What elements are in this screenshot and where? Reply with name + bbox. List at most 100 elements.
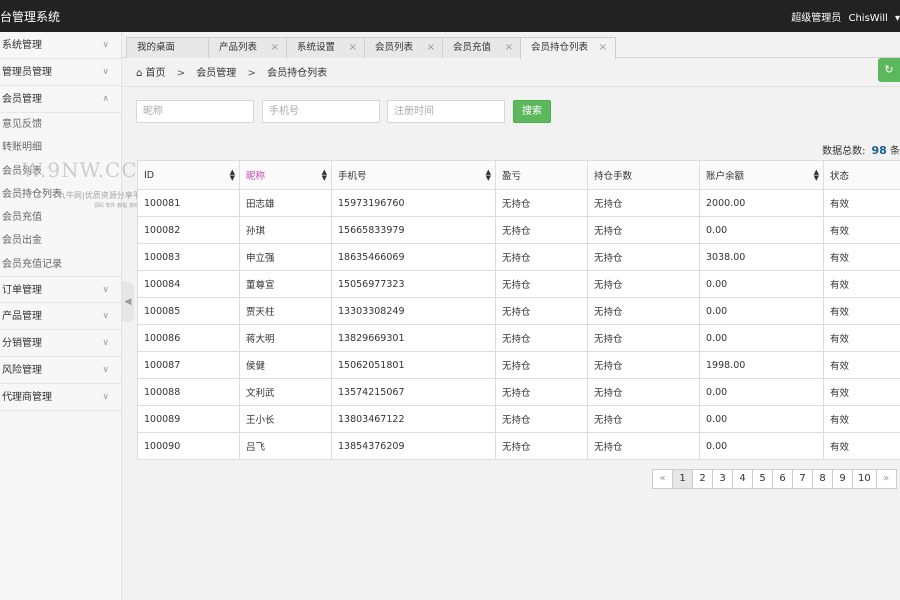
cell-phone: 15973196760 <box>331 189 496 217</box>
close-icon[interactable]: × <box>427 38 435 57</box>
user-menu[interactable]: 超级管理员 ChisWill ▾ <box>787 9 900 24</box>
sidebar-subitem-member-positions[interactable]: 会员持仓列表 <box>0 183 121 206</box>
sidebar-item-system[interactable]: 系统管理 ∨ <box>0 32 121 59</box>
app-title: 台管理系统 <box>0 10 61 24</box>
table-header-row: ID▲▼ 昵称▲▼ 手机号▲▼ 盈亏 持仓手数 账户余额▲▼ 状态▲▼ <box>137 160 900 190</box>
cell-profit-loss: 无持仓 <box>495 189 588 217</box>
table-row: 100083 申立强 18635466069 无持仓 无持仓 3038.00 有效 <box>137 243 900 271</box>
sidebar-item-risk[interactable]: 风险管理 ∨ <box>0 357 121 385</box>
cell-phone: 13303308249 <box>331 297 496 325</box>
total-suffix: 条 <box>890 146 900 157</box>
tab-label: 会员持仓列表 <box>531 42 589 53</box>
cell-status: 有效 <box>823 243 900 271</box>
cell-id: 100086 <box>137 324 240 352</box>
cell-balance: 1998.00 <box>699 351 824 379</box>
chevron-down-icon: ∨ <box>102 40 109 50</box>
pagination-page-10[interactable]: 10 <box>852 469 877 489</box>
cell-nickname: 文利武 <box>239 378 332 406</box>
sidebar-item-label: 产品管理 <box>2 311 42 323</box>
pagination-page-9[interactable]: 9 <box>832 469 853 489</box>
close-icon[interactable]: × <box>505 38 513 57</box>
sidebar-item-admins[interactable]: 管理员管理 ∨ <box>0 59 121 86</box>
cell-balance: 0.00 <box>699 216 824 244</box>
sidebar-subitem-transfer-details[interactable]: 转账明细 <box>0 136 121 159</box>
sidebar-item-orders[interactable]: 订单管理 ∨ <box>0 276 121 304</box>
sidebar-subitem-recharge-records[interactable]: 会员充值记录 <box>0 253 121 276</box>
pagination-page-7[interactable]: 7 <box>792 469 813 489</box>
register-time-input[interactable] <box>387 100 505 123</box>
cell-nickname: 吕飞 <box>239 432 332 460</box>
pagination-page-5[interactable]: 5 <box>752 469 773 489</box>
tab-label: 系统设置 <box>297 42 336 53</box>
sidebar-subitem-member-list[interactable]: 会员列表 <box>0 160 121 183</box>
sidebar-item-products[interactable]: 产品管理 ∨ <box>0 303 121 331</box>
sidebar-subitem-feedback[interactable]: 意见反馈 <box>0 113 121 136</box>
tab-desktop[interactable]: 我的桌面 <box>126 37 210 58</box>
cell-id: 100088 <box>137 378 240 406</box>
cell-balance: 2000.00 <box>699 189 824 217</box>
search-button[interactable]: 搜索 <box>513 100 551 123</box>
caret-down-icon[interactable]: ▾ <box>895 13 900 24</box>
tab-member-list[interactable]: 会员列表 × <box>364 37 444 58</box>
sidebar-item-label: 风险管理 <box>2 365 42 377</box>
pagination-next[interactable]: » <box>875 469 897 489</box>
sidebar-item-distribution[interactable]: 分销管理 ∨ <box>0 330 121 358</box>
column-header-id[interactable]: ID ▲ ▼ <box>137 160 240 190</box>
column-header-status[interactable]: 状态▲▼ <box>823 160 900 190</box>
sidebar-item-label: 系统管理 <box>2 40 42 51</box>
sidebar-subitem-member-withdraw[interactable]: 会员出金 <box>0 229 121 252</box>
user-name[interactable]: ChisWill <box>848 13 887 24</box>
phone-search-input[interactable] <box>262 100 380 123</box>
cell-status: 有效 <box>823 432 900 460</box>
pagination-page-3[interactable]: 3 <box>712 469 733 489</box>
breadcrumb: ⌂ 首页 > 会员管理 > 会员持仓列表 <box>136 64 327 79</box>
cell-profit-loss: 无持仓 <box>495 351 588 379</box>
cell-phone: 13854376209 <box>331 432 496 460</box>
cell-nickname: 王小长 <box>239 405 332 433</box>
sidebar-collapse-handle[interactable]: ◀ <box>122 282 134 322</box>
tab-member-recharge[interactable]: 会员充值 × <box>442 37 522 58</box>
sidebar-item-agents[interactable]: 代理商管理 ∨ <box>0 384 121 412</box>
pagination-page-4[interactable]: 4 <box>732 469 753 489</box>
cell-phone: 13803467122 <box>331 405 496 433</box>
cell-nickname: 田志雄 <box>239 189 332 217</box>
cell-balance: 0.00 <box>699 405 824 433</box>
cell-status: 有效 <box>823 189 900 217</box>
column-header-nickname[interactable]: 昵称 ▲ ▼ <box>239 160 332 190</box>
table-row: 100085 贾天柱 13303308249 无持仓 无持仓 0.00 有效 <box>137 297 900 325</box>
cell-position-lots: 无持仓 <box>587 324 700 352</box>
cell-nickname: 贾天柱 <box>239 297 332 325</box>
cell-phone: 18635466069 <box>331 243 496 271</box>
chevron-up-icon: ∧ <box>102 94 109 104</box>
column-header-phone[interactable]: 手机号 ▲ ▼ <box>331 160 496 190</box>
nickname-search-input[interactable] <box>136 100 254 123</box>
close-icon[interactable]: × <box>271 38 279 57</box>
close-icon[interactable]: × <box>349 38 357 57</box>
cell-id: 100085 <box>137 297 240 325</box>
pagination-page-1[interactable]: 1 <box>672 469 693 489</box>
cell-profit-loss: 无持仓 <box>495 297 588 325</box>
cell-status: 有效 <box>823 405 900 433</box>
tab-label: 会员充值 <box>453 42 492 53</box>
total-label: 数据总数: <box>822 146 866 157</box>
close-icon[interactable]: × <box>599 38 607 57</box>
tab-bar: 我的桌面 产品列表 × 系统设置 × 会员列表 × 会员充值 × 会员持仓列表 … <box>122 36 900 59</box>
cell-status: 有效 <box>823 351 900 379</box>
pagination-prev[interactable]: « <box>652 469 673 489</box>
pagination-page-6[interactable]: 6 <box>772 469 793 489</box>
pagination-page-8[interactable]: 8 <box>812 469 833 489</box>
breadcrumb-home[interactable]: 首页 <box>146 68 166 79</box>
cell-position-lots: 无持仓 <box>587 243 700 271</box>
refresh-button[interactable]: ↻ <box>878 58 900 82</box>
tab-member-positions[interactable]: 会员持仓列表 × <box>520 37 616 59</box>
column-header-balance[interactable]: 账户余额 ▲ ▼ <box>699 160 824 190</box>
sidebar-item-members[interactable]: 会员管理 ∧ <box>0 86 121 113</box>
cell-balance: 0.00 <box>699 297 824 325</box>
tab-product-list[interactable]: 产品列表 × <box>208 37 288 58</box>
cell-phone: 13829669301 <box>331 324 496 352</box>
sidebar-subitem-member-recharge[interactable]: 会员充值 <box>0 206 121 229</box>
cell-balance: 0.00 <box>699 324 824 352</box>
pagination-page-2[interactable]: 2 <box>692 469 713 489</box>
sort-icon: ▲ ▼ <box>813 168 819 182</box>
tab-system-settings[interactable]: 系统设置 × <box>286 37 366 58</box>
